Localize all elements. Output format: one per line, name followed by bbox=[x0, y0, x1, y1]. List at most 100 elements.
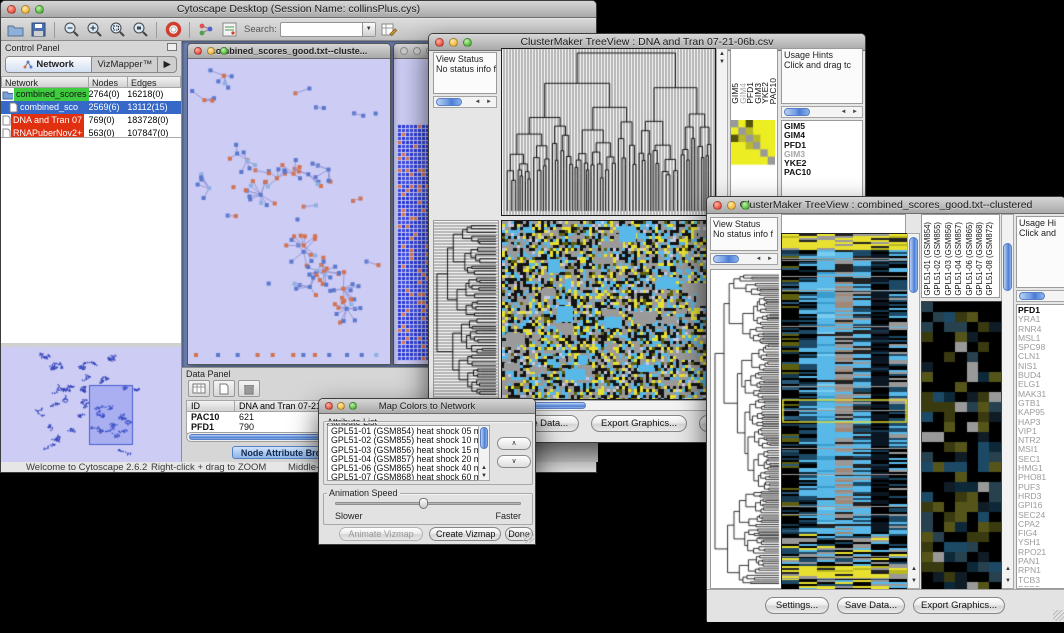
minimize-icon[interactable] bbox=[337, 402, 345, 410]
labels-vscrollbar[interactable]: ▲▼ bbox=[1001, 214, 1014, 589]
float-panel-icon[interactable] bbox=[167, 43, 177, 51]
filter-form-icon[interactable] bbox=[219, 21, 239, 39]
tab-vizmapper[interactable]: VizMapper™ bbox=[92, 57, 158, 72]
scroll-up-icon[interactable]: ▲ bbox=[717, 51, 727, 57]
row-dendrogram-canvas[interactable] bbox=[433, 220, 499, 400]
network-row[interactable]: DNA and Tran 07 769(0) 183728(0) bbox=[1, 114, 181, 127]
help-lifering-icon[interactable] bbox=[163, 21, 183, 39]
heatmap-vscrollbar[interactable]: ▲▼ bbox=[907, 233, 920, 589]
minimize-icon[interactable] bbox=[21, 5, 30, 14]
usage-hints-scrollbar[interactable]: ◄ ► bbox=[781, 106, 863, 118]
main-heatmap-canvas[interactable] bbox=[781, 233, 908, 591]
speed-slider-thumb[interactable] bbox=[419, 498, 428, 509]
column-label[interactable]: GPL51-01 (GSM854) bbox=[923, 222, 933, 296]
resize-grip[interactable] bbox=[523, 532, 534, 543]
zoom-out-icon[interactable] bbox=[61, 21, 81, 39]
vizmapper-icon[interactable] bbox=[196, 21, 216, 39]
scrollbar-thumb[interactable] bbox=[713, 255, 739, 263]
column-label[interactable]: GPL51-02 (GSM855) bbox=[933, 222, 943, 296]
row-dendrogram-canvas[interactable] bbox=[710, 269, 782, 589]
zoom-window-icon[interactable] bbox=[463, 38, 472, 47]
tab-network[interactable]: Network bbox=[6, 57, 92, 72]
scrollbar-thumb[interactable] bbox=[436, 98, 462, 106]
main-titlebar[interactable]: Cytoscape Desktop (Session Name: collins… bbox=[1, 1, 596, 18]
settings-button[interactable]: Settings... bbox=[765, 597, 829, 614]
search-input[interactable]: ▼ bbox=[280, 22, 376, 37]
view-status-scrollbar[interactable]: ◄ ► bbox=[710, 253, 778, 265]
close-icon[interactable] bbox=[400, 47, 408, 55]
scroll-arrows-icon[interactable]: ◄ ► bbox=[474, 99, 496, 105]
minimize-icon[interactable] bbox=[413, 47, 421, 55]
zoom-window-icon[interactable] bbox=[349, 402, 357, 410]
network-row-selected[interactable]: combined_sco 2569(6) 13112(15) bbox=[1, 101, 181, 114]
close-icon[interactable] bbox=[7, 5, 16, 14]
scroll-arrows-icon[interactable]: ◄ ► bbox=[840, 109, 862, 115]
network1-titlebar[interactable]: combined_scores_good.txt--cluste... bbox=[188, 44, 390, 59]
network1-view-canvas[interactable] bbox=[188, 59, 390, 364]
move-up-button[interactable]: ∧ bbox=[497, 437, 531, 450]
attribute-list-scrollbar[interactable]: ▲▼ bbox=[478, 425, 490, 481]
col-id[interactable]: ID bbox=[187, 401, 235, 412]
move-down-button[interactable]: ∨ bbox=[497, 455, 531, 468]
column-label[interactable]: GPL51-03 (GSM856) bbox=[944, 222, 954, 296]
col-edges[interactable]: Edges bbox=[128, 76, 181, 88]
usage-hints-scrollbar[interactable] bbox=[1016, 290, 1064, 302]
view-status-scrollbar[interactable]: ◄ ► bbox=[433, 96, 497, 108]
create-vizmap-button[interactable]: Create Vizmap bbox=[429, 527, 501, 541]
close-icon[interactable] bbox=[435, 38, 444, 47]
close-icon[interactable] bbox=[325, 402, 333, 410]
open-file-button[interactable] bbox=[5, 21, 25, 39]
close-icon[interactable] bbox=[194, 47, 202, 55]
scroll-down-icon[interactable]: ▼ bbox=[1003, 578, 1013, 584]
close-icon[interactable] bbox=[713, 201, 722, 210]
column-dendrogram-canvas[interactable] bbox=[501, 48, 716, 216]
gene-label[interactable]: PEP5 bbox=[1018, 585, 1064, 587]
scrollbar-thumb[interactable] bbox=[480, 427, 488, 449]
minimize-icon[interactable] bbox=[727, 201, 736, 210]
col-network[interactable]: Network bbox=[1, 76, 89, 88]
cluster-matrix-heatmap[interactable] bbox=[731, 120, 775, 166]
select-attributes-icon[interactable] bbox=[188, 380, 210, 397]
column-label[interactable]: GPL51-06 (GSM865) bbox=[965, 222, 975, 296]
resize-grip[interactable] bbox=[1053, 610, 1064, 621]
minimize-icon[interactable] bbox=[207, 47, 215, 55]
scroll-up-icon[interactable]: ▲ bbox=[1003, 566, 1013, 572]
scrollbar-thumb[interactable] bbox=[1003, 243, 1012, 291]
tab-overflow-arrow[interactable]: ▶ bbox=[158, 57, 176, 72]
scroll-up-icon[interactable]: ▲ bbox=[909, 566, 919, 572]
zoom-window-icon[interactable] bbox=[741, 201, 750, 210]
scroll-down-icon[interactable]: ▼ bbox=[717, 59, 727, 65]
network-row[interactable]: combined_scores 2764(0) 16218(0) bbox=[1, 88, 181, 101]
zoom-fit-icon[interactable] bbox=[107, 21, 127, 39]
new-attribute-icon[interactable] bbox=[213, 380, 235, 397]
delete-attribute-trash-icon[interactable] bbox=[238, 380, 260, 397]
save-data-button[interactable]: Save Data... bbox=[837, 597, 905, 614]
column-label[interactable]: GPL51-07 (GSM868) bbox=[975, 222, 985, 296]
export-graphics-button[interactable]: Export Graphics... bbox=[913, 597, 1005, 614]
main-heatmap-canvas[interactable] bbox=[501, 220, 716, 400]
minimize-icon[interactable] bbox=[449, 38, 458, 47]
gene-label[interactable]: PAC10 bbox=[784, 168, 860, 177]
zoom-selected-icon[interactable] bbox=[130, 21, 150, 39]
attribute-item[interactable]: GPL51-07 (GSM868) heat shock 60 min bbox=[331, 473, 478, 481]
col-nodes[interactable]: Nodes bbox=[89, 76, 128, 88]
export-graphics-button[interactable]: Export Graphics... bbox=[591, 415, 687, 432]
attribute-editor-icon[interactable] bbox=[379, 21, 399, 39]
scroll-up-icon[interactable]: ▲ bbox=[479, 465, 489, 471]
column-label[interactable]: PAC10 bbox=[770, 78, 776, 104]
scroll-down-icon[interactable]: ▼ bbox=[909, 578, 919, 584]
scroll-arrows-icon[interactable]: ◄ ► bbox=[755, 256, 777, 262]
scrollbar-thumb[interactable] bbox=[784, 108, 810, 116]
scroll-down-icon[interactable]: ▼ bbox=[479, 473, 489, 479]
scrollbar-thumb[interactable] bbox=[909, 237, 918, 293]
dialog-titlebar[interactable]: Map Colors to Network bbox=[319, 399, 535, 414]
save-button[interactable] bbox=[28, 21, 48, 39]
zoom-window-icon[interactable] bbox=[220, 47, 228, 55]
column-label[interactable]: GPL51-04 (GSM857) bbox=[954, 222, 964, 296]
animate-vizmap-button[interactable]: Animate Vizmap bbox=[339, 527, 423, 541]
treeview2-titlebar[interactable]: ClusterMaker TreeView : combined_scores_… bbox=[707, 197, 1064, 214]
scrollbar-thumb[interactable] bbox=[1019, 292, 1045, 300]
dendrogram-scrollbar[interactable]: ▲▼ bbox=[716, 48, 728, 214]
dropdown-arrow-icon[interactable]: ▼ bbox=[362, 23, 375, 36]
network-overview-thumbnail[interactable] bbox=[1, 347, 181, 462]
